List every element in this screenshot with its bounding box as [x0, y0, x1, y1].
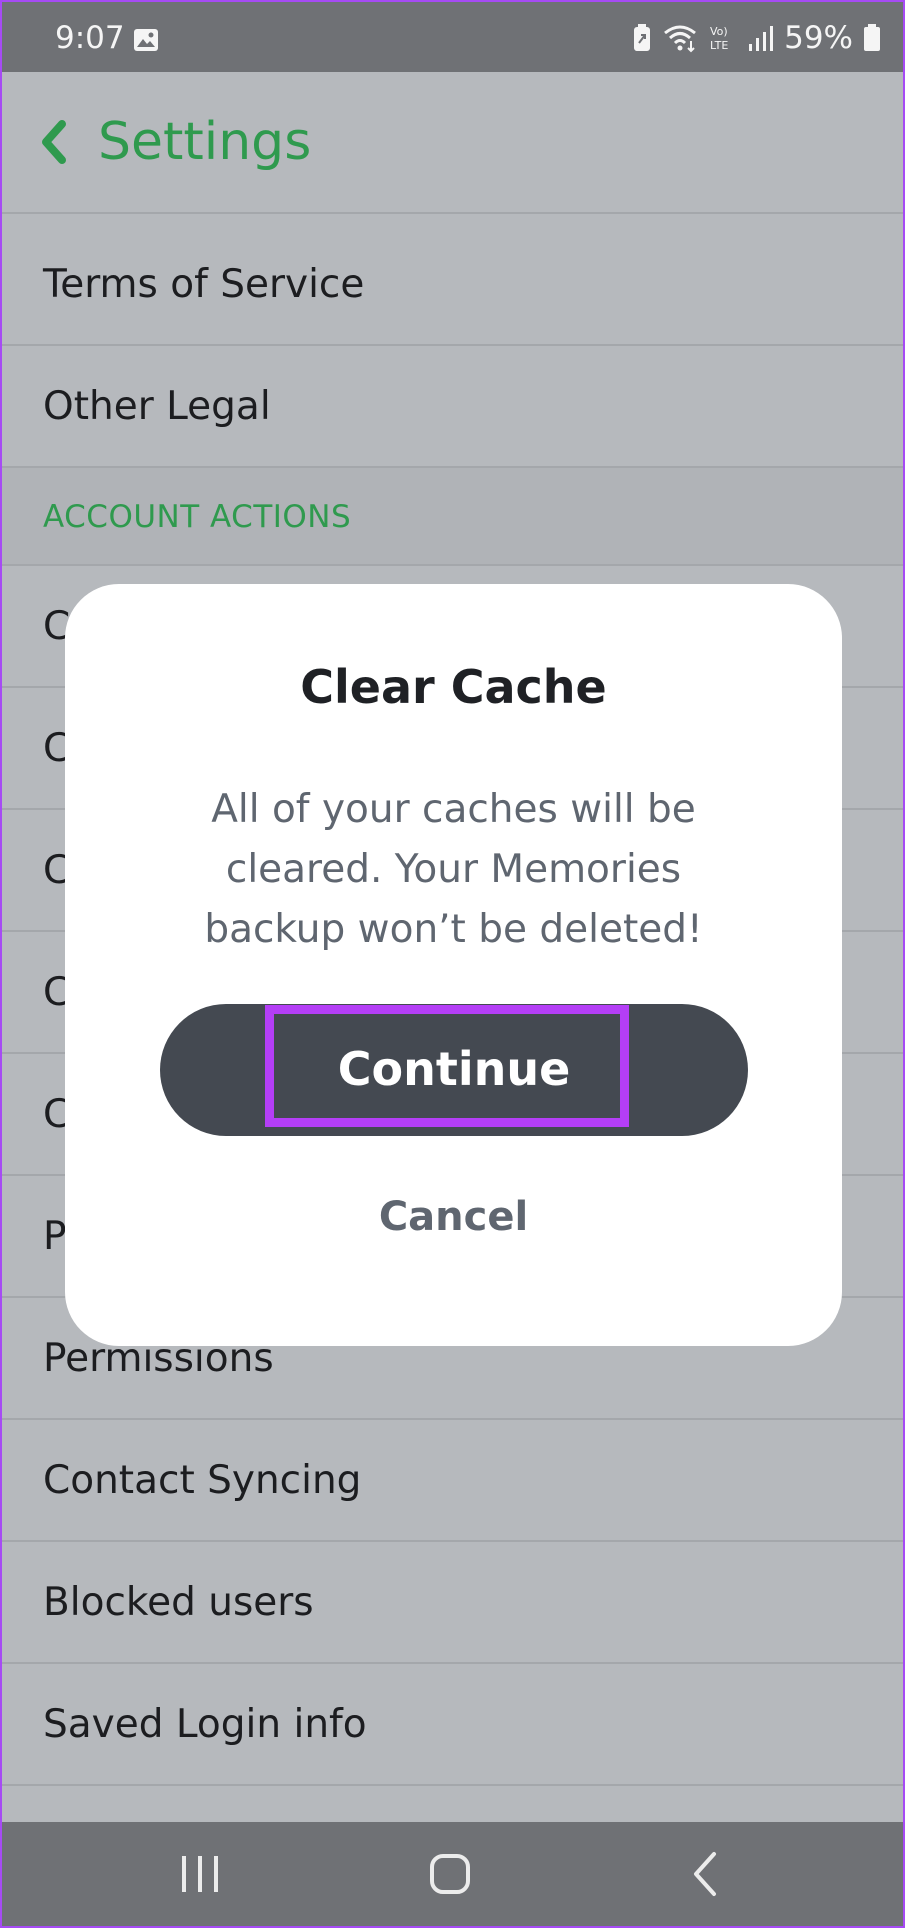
status-time: 9:07 [55, 20, 125, 56]
continue-button-label: Continue [337, 1042, 571, 1096]
list-item-terms-of-service[interactable]: Terms of Service [2, 224, 903, 346]
dialog-title: Clear Cache [300, 660, 607, 714]
section-label: ACCOUNT ACTIONS [43, 499, 352, 535]
list-item-label: Saved Login info [43, 1702, 367, 1747]
home-icon[interactable] [426, 1848, 474, 1900]
battery-percent: 59% [784, 20, 853, 56]
signal-icon [749, 26, 774, 51]
wifi-icon [664, 25, 697, 53]
page-title: Settings [98, 112, 312, 172]
dialog-message: All of your caches will be cleared. Your… [204, 787, 703, 952]
battery-saver-icon [634, 24, 651, 51]
status-icons: Vo) LTE 59% [632, 20, 881, 56]
chevron-left-icon[interactable] [38, 120, 68, 164]
list-item-saved-login-info[interactable]: Saved Login info [2, 1664, 903, 1786]
list-item-label: Other Legal [43, 384, 271, 429]
clear-cache-dialog: Clear Cache All of your caches will be c… [65, 584, 842, 1346]
back-icon[interactable] [688, 1848, 722, 1900]
image-icon [134, 29, 158, 51]
status-bar: 9:07 Vo) LTE 59% [2, 2, 903, 72]
list-item-label: P [43, 1214, 67, 1259]
list-item-blocked-users[interactable]: Blocked users [2, 1542, 903, 1664]
list-item-label: Terms of Service [43, 262, 365, 307]
settings-header: Settings [2, 72, 903, 214]
volte-icon: Vo) LTE [710, 25, 728, 52]
list-item-other-legal[interactable]: Other Legal [2, 346, 903, 468]
navigation-bar [2, 1822, 903, 1926]
screen: 9:07 Vo) LTE 59% Settings Terms of Servi… [0, 0, 905, 1928]
list-item-contact-syncing[interactable]: Contact Syncing [2, 1420, 903, 1542]
svg-text:LTE: LTE [710, 39, 728, 52]
section-header-account-actions: ACCOUNT ACTIONS [2, 468, 903, 566]
svg-text:Vo): Vo) [710, 25, 728, 38]
list-item-label: Contact Syncing [43, 1458, 362, 1503]
recent-apps-icon[interactable] [178, 1848, 222, 1900]
continue-button[interactable]: Continue [160, 1004, 748, 1136]
battery-icon [864, 24, 880, 51]
cancel-button[interactable]: Cancel [335, 1194, 572, 1264]
list-item-label: Blocked users [43, 1580, 314, 1625]
